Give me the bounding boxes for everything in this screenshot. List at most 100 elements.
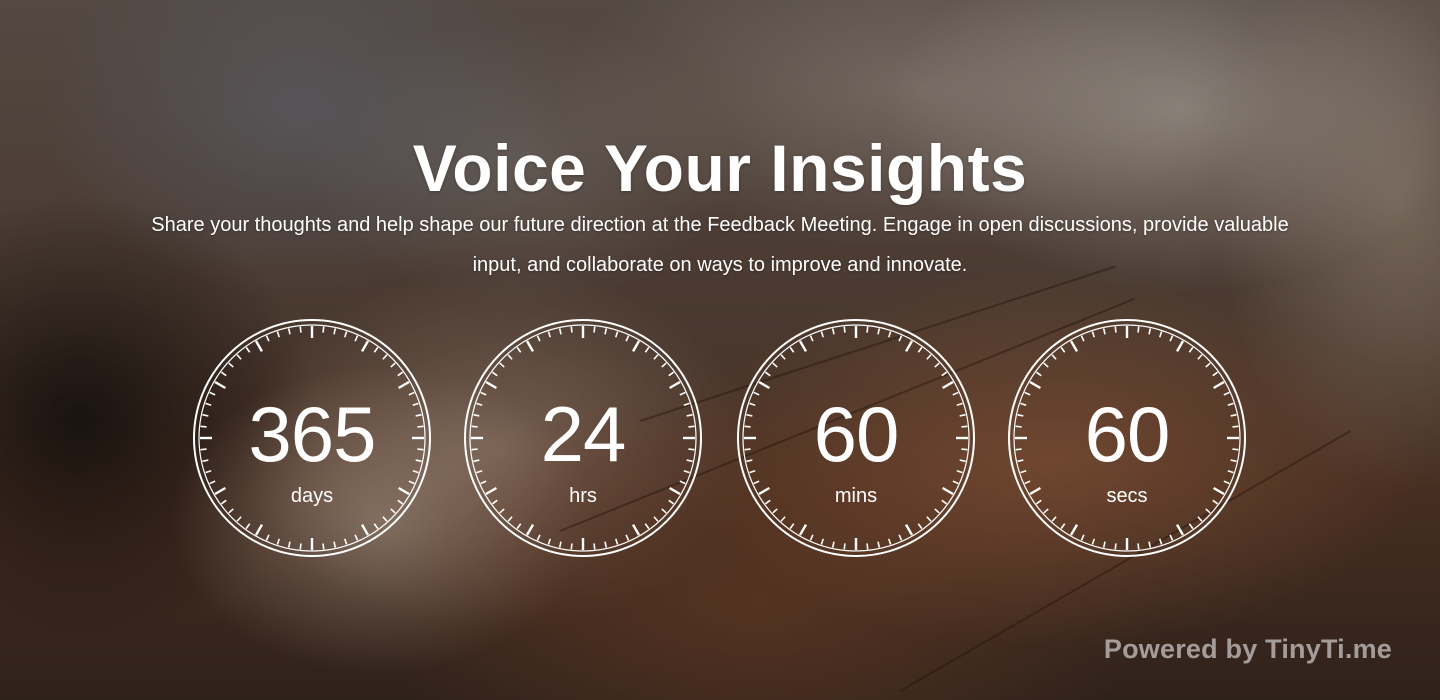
- dial-minor-tick: [1080, 335, 1085, 342]
- dial-major-tick: [1212, 380, 1225, 390]
- dial-minor-tick: [287, 328, 291, 335]
- dial-major-tick: [668, 380, 681, 390]
- dial-major-tick: [904, 523, 914, 536]
- dial-minor-tick: [831, 541, 835, 548]
- dial-minor-tick: [390, 508, 396, 514]
- dial-minor-tick: [570, 543, 573, 550]
- dial-minor-tick: [1102, 328, 1106, 335]
- dial-minor-tick: [1212, 371, 1219, 377]
- dial-major-tick: [525, 340, 535, 353]
- dial-minor-tick: [499, 508, 505, 514]
- dial-minor-tick: [887, 538, 892, 545]
- dial-minor-tick: [536, 534, 541, 541]
- dial-minor-tick: [570, 326, 573, 333]
- dial-major-tick: [941, 380, 954, 390]
- dial-minor-tick: [333, 541, 337, 548]
- dial-minor-tick: [661, 508, 667, 514]
- dial-major-tick: [904, 340, 914, 353]
- dial-major-tick: [758, 380, 771, 390]
- dial-minor-tick: [1051, 354, 1057, 360]
- seconds-value: 60: [1084, 390, 1171, 478]
- dial-major-tick: [798, 340, 808, 353]
- dial-minor-tick: [1043, 362, 1049, 368]
- dial-minor-tick: [343, 538, 348, 545]
- dial-minor-tick: [614, 331, 619, 338]
- page-subtitle: Share your thoughts and help shape our f…: [151, 214, 1289, 276]
- dial-minor-tick: [1035, 371, 1042, 377]
- dial-minor-tick: [764, 371, 771, 377]
- dial-major-tick: [254, 523, 264, 536]
- dial-minor-tick: [1158, 331, 1163, 338]
- dial-minor-tick: [220, 371, 227, 377]
- minutes-label: mins: [834, 485, 878, 507]
- dial-minor-tick: [926, 516, 932, 522]
- powered-by-link[interactable]: Powered by TinyTi.me: [1104, 634, 1392, 665]
- dial-minor-tick: [491, 371, 498, 377]
- dial-minor-tick: [820, 331, 825, 338]
- dial-major-tick: [254, 340, 264, 353]
- dial-minor-tick: [299, 543, 302, 550]
- dial-minor-tick: [653, 354, 659, 360]
- dial-minor-tick: [1148, 328, 1152, 335]
- dial-minor-tick: [1205, 508, 1211, 514]
- dial-minor-tick: [1060, 346, 1066, 353]
- dial-minor-tick: [843, 543, 846, 550]
- days-value: 365: [248, 390, 376, 478]
- hours-value: 24: [540, 390, 627, 478]
- dial-minor-tick: [343, 331, 348, 338]
- dial-minor-tick: [536, 335, 541, 342]
- dial-minor-tick: [809, 335, 814, 342]
- dial-major-tick: [1175, 523, 1185, 536]
- dial-minor-tick: [668, 371, 675, 377]
- dial-major-tick: [1175, 340, 1185, 353]
- dial-major-tick: [1069, 523, 1079, 536]
- dial-minor-tick: [941, 371, 948, 377]
- dial-major-tick: [485, 380, 498, 390]
- dial-minor-tick: [1102, 541, 1106, 548]
- dial-minor-tick: [236, 516, 242, 522]
- days-timer: 365 days: [191, 317, 433, 559]
- minutes-value: 60: [813, 390, 900, 478]
- dial-minor-tick: [1148, 541, 1152, 548]
- dial-minor-tick: [373, 523, 379, 530]
- dial-minor-tick: [276, 538, 281, 545]
- dial-minor-tick: [1114, 326, 1117, 333]
- dial-minor-tick: [499, 362, 505, 368]
- dial-minor-tick: [245, 346, 251, 353]
- dial-major-tick: [798, 523, 808, 536]
- dial-minor-tick: [934, 362, 940, 368]
- seconds-label: secs: [1106, 485, 1148, 507]
- dial-minor-tick: [354, 335, 359, 342]
- dial-minor-tick: [547, 538, 552, 545]
- dial-minor-tick: [780, 516, 786, 522]
- dial-minor-tick: [917, 523, 923, 530]
- page-title: Voice Your Insights: [412, 131, 1028, 205]
- dial-minor-tick: [1169, 335, 1174, 342]
- dial-major-tick: [360, 340, 370, 353]
- dial-minor-tick: [1205, 362, 1211, 368]
- dial-minor-tick: [866, 326, 869, 333]
- dial-minor-tick: [1188, 346, 1194, 353]
- dial-minor-tick: [644, 346, 650, 353]
- dial-minor-tick: [917, 346, 923, 353]
- dial-minor-tick: [382, 354, 388, 360]
- dial-minor-tick: [780, 354, 786, 360]
- dial-minor-tick: [507, 516, 513, 522]
- dial-minor-tick: [926, 354, 932, 360]
- minutes-timer: 60 mins: [735, 317, 977, 559]
- dial-minor-tick: [228, 508, 234, 514]
- hours-label: hrs: [569, 485, 597, 507]
- dial-major-tick: [1029, 380, 1042, 390]
- dial-minor-tick: [772, 362, 778, 368]
- dial-minor-tick: [789, 346, 795, 353]
- dial-minor-tick: [276, 331, 281, 338]
- dial-minor-tick: [877, 541, 881, 548]
- dial-minor-tick: [558, 541, 562, 548]
- dial-major-tick: [397, 380, 410, 390]
- dial-minor-tick: [866, 543, 869, 550]
- dial-minor-tick: [1197, 354, 1203, 360]
- dial-minor-tick: [1158, 538, 1163, 545]
- dial-minor-tick: [265, 534, 270, 541]
- dial-minor-tick: [333, 328, 337, 335]
- dial-minor-tick: [644, 523, 650, 530]
